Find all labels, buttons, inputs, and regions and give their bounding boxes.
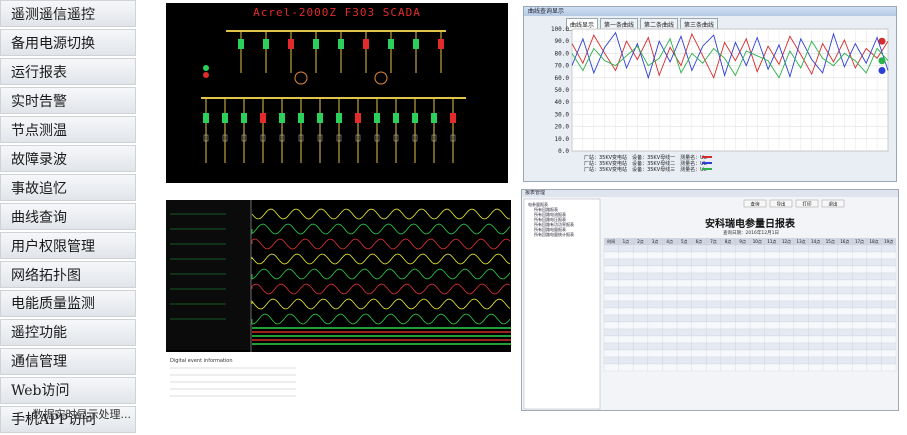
menu-item[interactable]: 用户权限管理 — [0, 231, 136, 260]
y-tick-label: 50.0 — [555, 87, 570, 94]
menu-item[interactable]: Web访问 — [0, 376, 136, 405]
breaker-indicator — [238, 39, 244, 49]
curve-chart: 100.0 90.0 80.0 70.0 60.0 50.0 40.0 30.0 20.0 10.… — [551, 26, 889, 173]
menu-item[interactable]: 通信管理 — [0, 347, 136, 376]
y-tick-label: 0.0 — [558, 148, 569, 155]
toolbar-button-label: 导出 — [777, 201, 786, 208]
column-header: 11点 — [767, 238, 776, 244]
toolbar-button-label: 退出 — [829, 201, 838, 208]
breaker-indicator — [222, 113, 228, 123]
breaker-indicator — [450, 113, 456, 123]
column-header: 13点 — [797, 238, 806, 244]
report-window: 报表管理 安科瑞电参量日报表 电参量报表 所有回路报表 所有回路电流报表 所有回路电压… — [521, 189, 899, 411]
status-lamp — [203, 65, 209, 71]
column-header: 7点 — [710, 238, 717, 244]
y-tick-label: 20.0 — [555, 124, 570, 131]
menu-item[interactable]: 备用电源切换 — [0, 28, 136, 57]
channel-list — [166, 200, 251, 350]
y-tick-label: 90.0 — [555, 38, 570, 45]
breaker-indicator — [413, 39, 419, 49]
toolbar-button-label: 打印 — [803, 201, 812, 208]
column-header: 8点 — [725, 238, 732, 244]
report-body: 电参量报表所有回路报表所有回路电流报表所有回路电压报表所有回路有功功率报表所有回… — [523, 198, 897, 410]
breaker-indicator — [431, 113, 437, 123]
y-tick-label: 30.0 — [555, 111, 570, 118]
event-info-label: Digital event information — [170, 358, 233, 364]
menu-item[interactable]: 电能质量监测 — [0, 289, 136, 318]
menu-item[interactable]: 实时告警 — [0, 86, 136, 115]
column-header: 9点 — [739, 238, 746, 244]
menu-item[interactable]: 故障录波 — [0, 144, 136, 173]
menu-item[interactable]: 遥控功能 — [0, 318, 136, 347]
breaker-indicator — [412, 113, 418, 123]
column-header: 19点 — [884, 238, 893, 244]
column-header: 5点 — [681, 238, 688, 244]
breaker-indicator — [313, 39, 319, 49]
breaker-indicator — [241, 113, 247, 123]
breaker-indicator — [374, 113, 380, 123]
toolbar-button-label: 查询 — [751, 201, 760, 208]
series-marker-2 — [878, 66, 886, 74]
y-tick-label: 80.0 — [555, 50, 570, 57]
y-tick-label: 10.0 — [555, 136, 570, 143]
tree-node: 所有回路电量统计报表 — [534, 231, 574, 237]
menu-item[interactable]: 运行报表 — [0, 57, 136, 86]
column-header: 12点 — [782, 238, 791, 244]
breaker-indicator — [260, 113, 266, 123]
breaker-indicator — [263, 39, 269, 49]
menu-item[interactable]: 遥测遥信遥控 — [0, 0, 136, 28]
column-header: 14点 — [811, 238, 820, 244]
function-menu: 遥测遥信遥控 备用电源切换 运行报表 实时告警 节点测温 故障录波 事故追忆 曲线查询 用户权限… — [0, 0, 136, 435]
curve-query-window: 曲线查询显示 曲线显示 第一条曲线 第二条曲线 第三条曲线 100.0 90.0 8… — [523, 6, 897, 182]
column-header: 4点 — [666, 238, 673, 244]
column-header: 10点 — [753, 238, 762, 244]
report-subheading: 查询日期：2016年12月1日 — [723, 229, 779, 236]
y-tick-label: 40.0 — [555, 99, 570, 106]
single-line-diagram — [201, 30, 466, 163]
legend-text: 厂站：35KV变电站 设备：35KV母线三 测量名：Uc — [584, 166, 707, 173]
breaker-indicator — [338, 39, 344, 49]
transformer-symbol — [294, 71, 308, 85]
y-tick-label: 100.0 — [551, 26, 569, 33]
legend-text: 厂站：35KV变电站 设备：35KV母线一 测量名：Ua — [584, 154, 707, 161]
breaker-indicator — [393, 113, 399, 123]
breaker-indicator — [279, 113, 285, 123]
breaker-indicator — [298, 113, 304, 123]
breaker-indicator — [388, 39, 394, 49]
menu-item[interactable]: 曲线查询 — [0, 202, 136, 231]
column-header: 15点 — [826, 238, 835, 244]
menu-item[interactable]: 事故追忆 — [0, 173, 136, 202]
breaker-indicator — [336, 113, 342, 123]
breaker-indicator — [363, 39, 369, 49]
column-header: 6点 — [696, 238, 703, 244]
series-marker-3 — [878, 57, 886, 65]
transformer-symbol — [374, 71, 388, 85]
legend-text: 厂站：35KV变电站 设备：35KV母线二 测量名：Ub — [584, 160, 707, 167]
fault-waveform-panel: Digital event information — [166, 200, 511, 412]
column-header: 17点 — [855, 238, 864, 244]
column-header: 2点 — [637, 238, 644, 244]
breaker-indicator — [355, 113, 361, 123]
column-header: 1点 — [623, 238, 630, 244]
breaker-indicator — [317, 113, 323, 123]
y-tick-label: 70.0 — [555, 63, 570, 70]
column-header: 3点 — [652, 238, 659, 244]
y-tick-label: 60.0 — [555, 75, 570, 82]
breaker-indicator — [203, 113, 209, 123]
waveform-plot: Digital event information — [166, 200, 511, 412]
scada-diagram-panel: Acrel-2000Z F303 SCADA — [166, 3, 508, 183]
column-header: 时间 — [607, 238, 615, 244]
menu-item[interactable]: 网络拓扑图 — [0, 260, 136, 289]
column-header: 18点 — [870, 238, 879, 244]
menu-item[interactable]: 节点测温 — [0, 115, 136, 144]
status-lamp — [203, 72, 209, 78]
breaker-indicator — [288, 39, 294, 49]
breaker-indicator — [438, 39, 444, 49]
column-header: 16点 — [840, 238, 849, 244]
